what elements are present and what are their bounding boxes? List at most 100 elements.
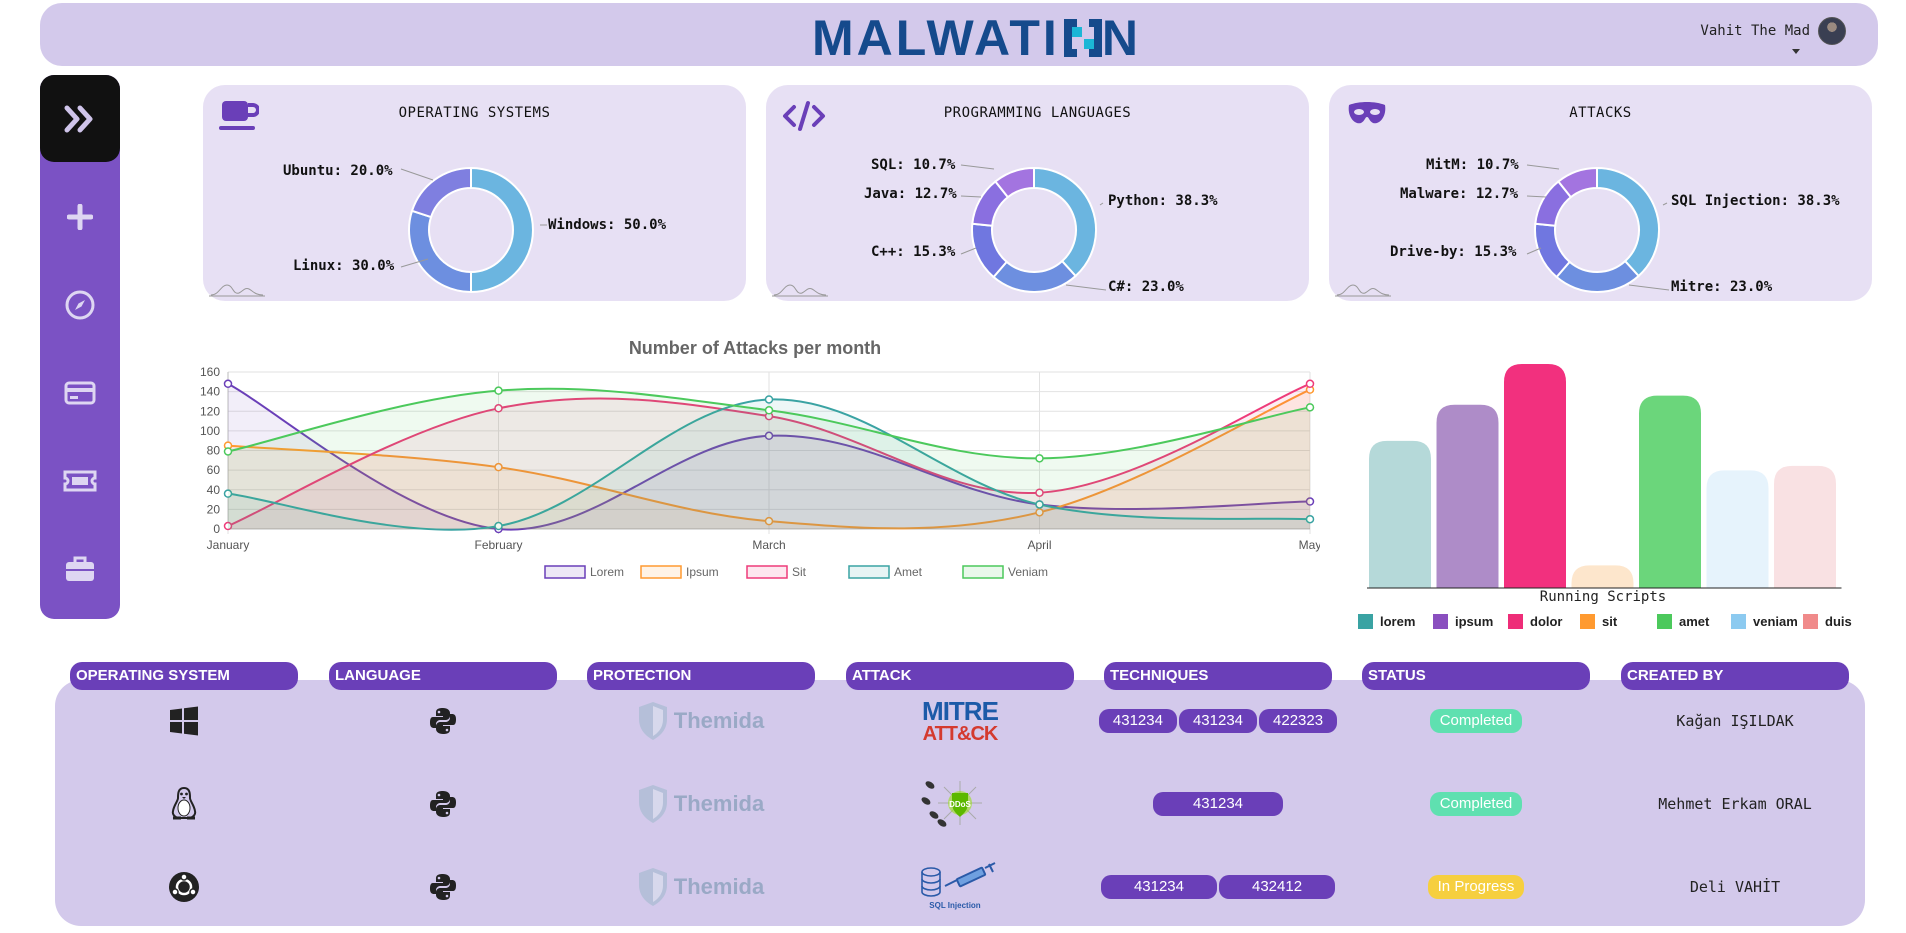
sidebar — [40, 75, 120, 619]
col-header-operating-system[interactable]: OPERATING SYSTEM — [70, 662, 298, 690]
table-cell: DDoS — [846, 775, 1074, 831]
legend-label: Veniam — [1008, 565, 1048, 579]
legend-label: duis — [1825, 614, 1852, 629]
table-row[interactable] — [70, 783, 298, 825]
user-menu[interactable]: Vahit The Mad — [1700, 17, 1846, 45]
python-icon — [430, 874, 456, 900]
ddos-badge-text: DDoS — [949, 800, 971, 809]
sidebar-item-payments[interactable] — [60, 373, 100, 413]
themida-logo: Themida — [638, 784, 764, 824]
technique-pill[interactable]: 431234 — [1098, 709, 1177, 733]
data-point-amet[interactable] — [764, 395, 774, 404]
pie-label: MitM: 10.7% — [1426, 157, 1519, 173]
col-header-language[interactable]: LANGUAGE — [329, 662, 557, 690]
bar-legend-item-duis[interactable]: duis — [1803, 614, 1852, 629]
legend-item-sit[interactable]: Sit — [746, 565, 807, 579]
table-row[interactable] — [70, 700, 298, 742]
sidebar-expand-button[interactable] — [40, 75, 120, 162]
pie-label: Python: 38.3% — [1108, 193, 1218, 209]
legend-swatch — [746, 565, 788, 579]
sidebar-item-add[interactable] — [60, 197, 100, 237]
legend-item-ipsum[interactable]: Ipsum — [640, 565, 719, 579]
bar-legend-item-ipsum[interactable]: ipsum — [1433, 614, 1493, 629]
themida-logo: Themida — [638, 701, 764, 741]
legend-swatch — [544, 565, 586, 579]
col-header-protection[interactable]: PROTECTION — [587, 662, 815, 690]
col-header-status[interactable]: STATUS — [1362, 662, 1590, 690]
x-tick-label: February — [474, 538, 522, 552]
legend-item-amet[interactable]: Amet — [848, 565, 923, 579]
bar-lorem[interactable] — [1369, 440, 1431, 588]
legend-label: dolor — [1530, 614, 1563, 629]
col-header-created-by[interactable]: CREATED BY — [1621, 662, 1849, 690]
bar-veniam[interactable] — [1706, 470, 1769, 588]
col-header-attack[interactable]: ATTACK — [846, 662, 1074, 690]
pie-label: Mitre: 23.0% — [1671, 279, 1773, 295]
legend-label: Lorem — [590, 565, 624, 579]
technique-pill[interactable]: 422323 — [1259, 709, 1338, 733]
table-cell: Deli VAHİT — [1621, 874, 1849, 900]
data-point-veniam[interactable] — [494, 386, 503, 395]
bar-sit[interactable] — [1571, 565, 1634, 588]
bar-legend-item-veniam[interactable]: veniam — [1731, 614, 1798, 629]
legend-item-lorem[interactable]: Lorem — [544, 565, 624, 579]
status-badge: In Progress — [1427, 875, 1525, 899]
data-point-veniam[interactable] — [223, 447, 233, 456]
bar-chart-title: Running Scripts — [1540, 589, 1666, 605]
technique-pill[interactable]: 431234 — [1100, 875, 1217, 899]
card-attacks: ATTACKS MitM: 10.7% Malware: 12.7% SQL I… — [1329, 85, 1872, 301]
y-tick-label: 0 — [213, 522, 220, 536]
avatar[interactable] — [1818, 17, 1846, 45]
top-bar: MALWATI N Vahit The Mad — [40, 3, 1878, 66]
data-point-veniam[interactable] — [1305, 403, 1315, 412]
table-row[interactable] — [70, 866, 298, 908]
pie-label: Malware: 12.7% — [1400, 186, 1519, 202]
data-point-veniam[interactable] — [1035, 454, 1044, 463]
bar-legend-item-lorem[interactable]: lorem — [1358, 614, 1415, 629]
malwation-logo[interactable]: MALWATI N — [812, 10, 1141, 66]
running-scripts-bar-chart: Running Scripts lorem ipsum dolor sit amet ven… — [1358, 364, 1852, 629]
legend-label: Amet — [894, 565, 923, 579]
technique-pill[interactable]: 431234 — [1152, 792, 1284, 816]
y-tick-label: 140 — [200, 385, 220, 399]
data-point-veniam[interactable] — [764, 406, 774, 415]
bar-legend-item-sit[interactable]: sit — [1580, 614, 1618, 629]
bar-duis[interactable] — [1774, 465, 1836, 588]
bar-ipsum[interactable] — [1436, 404, 1499, 588]
bar-legend-item-amet[interactable]: amet — [1657, 614, 1710, 629]
user-name: Vahit The Mad — [1700, 23, 1810, 39]
credit-card-icon — [64, 381, 96, 405]
bar-amet[interactable] — [1639, 395, 1701, 588]
caret-down-icon[interactable] — [1792, 49, 1800, 54]
y-tick-label: 100 — [200, 424, 220, 438]
shield-icon — [638, 785, 667, 823]
technique-pill[interactable]: 432412 — [1219, 875, 1336, 899]
os-leader-lines — [400, 168, 547, 268]
legend-item-veniam[interactable]: Veniam — [962, 565, 1048, 579]
legend-swatch — [1803, 614, 1818, 629]
legend-swatch — [962, 565, 1004, 579]
attacks-per-month-line-chart: Number of Attacks per month 0 20 40 60 80 100 1… — [200, 338, 1320, 579]
card-operating-systems: OPERATING SYSTEMS Ubuntu: 20.0% Windows:… — [203, 85, 746, 301]
table-cell: 431234 431234 422323 — [1098, 708, 1338, 734]
technique-pill[interactable]: 431234 — [1178, 709, 1258, 733]
table-cell: Themida — [587, 866, 815, 908]
data-point-lorem[interactable] — [223, 379, 233, 389]
data-point-sit[interactable] — [1305, 379, 1315, 389]
sidebar-item-explore[interactable] — [60, 285, 100, 325]
double-chevron-right-icon — [64, 105, 93, 132]
y-tick-label: 160 — [200, 365, 220, 379]
sidebar-item-jobs[interactable] — [60, 549, 100, 589]
legend-label: amet — [1679, 614, 1710, 629]
sidebar-item-tickets[interactable] — [60, 461, 100, 501]
legend-swatch — [1731, 614, 1746, 629]
bar-legend-item-dolor[interactable]: dolor — [1508, 614, 1563, 629]
shield-icon — [638, 702, 667, 740]
col-header-techniques[interactable]: TECHNIQUES — [1104, 662, 1332, 690]
legend-swatch — [1580, 614, 1595, 629]
bar-dolor[interactable] — [1504, 364, 1566, 588]
table-cell: Themida — [587, 700, 815, 742]
sparkline-icon — [772, 284, 828, 297]
legend-label: sit — [1602, 614, 1618, 629]
python-icon — [430, 791, 456, 817]
